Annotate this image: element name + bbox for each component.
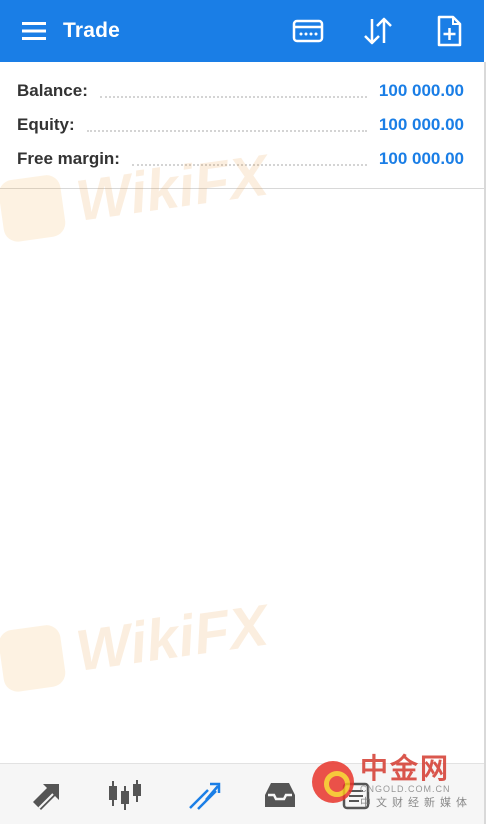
sort-icon[interactable] [361, 14, 395, 48]
leader-dots [131, 163, 367, 166]
cngold-domain-text: CNGOLD.COM.CN [360, 784, 451, 794]
add-order-icon[interactable] [432, 14, 466, 48]
quotes-icon[interactable] [29, 778, 65, 812]
free-margin-row: Free margin: 100 000.00 [17, 142, 464, 176]
cngold-watermark: 中金网 CNGOLD.COM.CN 中文财经新媒体 [312, 754, 472, 810]
trade-icon[interactable] [186, 778, 222, 812]
equity-label: Equity: [17, 115, 75, 134]
wikifx-watermark-text: WikiFX [72, 592, 273, 684]
cngold-subtitle-text: 中文财经新媒体 [360, 797, 472, 809]
history-icon[interactable] [262, 778, 298, 812]
free-margin-label: Free margin: [17, 149, 120, 168]
top-app-bar: Trade [0, 0, 484, 62]
balance-value: 100 000.00 [378, 81, 464, 100]
calculator-icon[interactable] [291, 14, 325, 48]
free-margin-value: 100 000.00 [378, 149, 464, 168]
wikifx-watermark: WikiFX [0, 592, 272, 696]
leader-dots [99, 95, 367, 98]
chart-icon[interactable] [107, 778, 143, 812]
leader-dots [86, 129, 367, 132]
balance-row: Balance: 100 000.00 [17, 74, 464, 108]
menu-icon[interactable] [22, 20, 48, 42]
account-summary: Balance: 100 000.00 Equity: 100 000.00 F… [0, 62, 484, 189]
page-title: Trade [63, 19, 121, 42]
cngold-text-block: 中金网 CNGOLD.COM.CN 中文财经新媒体 [360, 754, 472, 810]
cngold-brand-text: 中金网 [360, 753, 451, 784]
equity-row: Equity: 100 000.00 [17, 108, 464, 142]
wikifx-logo [0, 622, 68, 693]
equity-value: 100 000.00 [378, 115, 464, 134]
balance-label: Balance: [17, 81, 88, 100]
cngold-logo [312, 761, 354, 803]
